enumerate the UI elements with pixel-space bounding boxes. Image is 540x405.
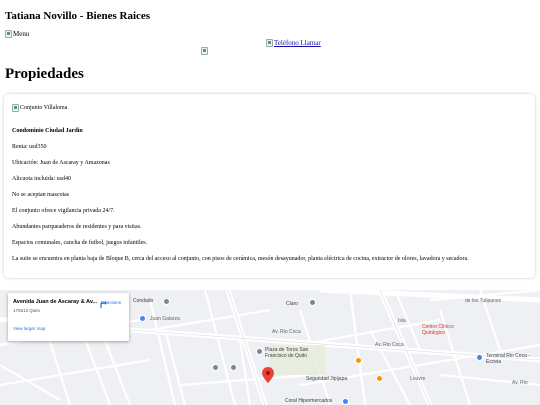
map-place-subtitle: 170513 Quito bbox=[13, 308, 41, 313]
map-label: Condado bbox=[133, 298, 154, 304]
site-title: Tatiana Novillo - Bienes Raices bbox=[5, 10, 151, 22]
map-label: Plaza de Toros San Francisco de Quito bbox=[265, 347, 309, 359]
map-label: Av. Rio Coca bbox=[272, 329, 301, 335]
poi-icon bbox=[256, 348, 263, 355]
map-label: Seguridad Jipijapa bbox=[306, 376, 348, 382]
poi-icon bbox=[230, 364, 237, 371]
property-rent: Renta: usd350 bbox=[12, 144, 47, 150]
map-label: Av. Rio bbox=[512, 380, 528, 386]
poi-icon bbox=[342, 398, 349, 405]
map-label: de los Tulipanes bbox=[465, 298, 502, 304]
property-photo: Conjunto Villaloma bbox=[12, 104, 67, 112]
property-fee: Alicuota incluida: usd40 bbox=[12, 176, 71, 182]
property-description: La suite se encuentra en planta baja de … bbox=[12, 256, 469, 262]
property-security: El conjunto ofrece vigilancia privada 24… bbox=[12, 208, 115, 214]
property-pets: No se aceptan mascotas bbox=[12, 192, 70, 198]
poi-icon bbox=[139, 315, 146, 322]
poi-icon bbox=[376, 375, 383, 382]
map-info-box: Avenida Juan de Ascaray & Av... 170513 Q… bbox=[8, 293, 129, 341]
property-amenities: Espacios comunales, cancha de futbol, ju… bbox=[12, 240, 148, 246]
map-place-title: Avenida Juan de Ascaray & Av... bbox=[13, 299, 98, 305]
map-label: Claro bbox=[286, 301, 298, 307]
property-location: Ubicación: Juan de Ascaray y Amazonas bbox=[12, 160, 110, 166]
broken-image-icon bbox=[5, 30, 12, 38]
map-label: Isla bbox=[398, 318, 406, 324]
property-card: Conjunto Villaloma Condominio Ciudad Jar… bbox=[4, 94, 535, 278]
property-name: Condominio Ciudad Jardin bbox=[12, 128, 83, 134]
phone-call-link[interactable]: Teléfono Llamar bbox=[266, 39, 321, 47]
property-photo-alt: Conjunto Villaloma bbox=[20, 105, 68, 111]
phone-call-link-text[interactable]: Teléfono Llamar bbox=[274, 39, 321, 47]
embedded-map[interactable]: Condado Claro Juan Galarza Av. Rio Coca … bbox=[0, 290, 540, 405]
poi-icon bbox=[355, 357, 362, 364]
broken-image-icon bbox=[201, 47, 208, 55]
menu-image-alt: Menu bbox=[13, 30, 30, 38]
map-label: Louvre bbox=[410, 376, 426, 382]
view-larger-map-link[interactable]: View larger map bbox=[13, 326, 45, 331]
poi-icon bbox=[212, 364, 219, 371]
property-parking: Abundantes parqueaderos de residentes y … bbox=[12, 224, 142, 230]
menu-button[interactable]: Menu bbox=[5, 30, 29, 38]
poi-icon bbox=[476, 354, 483, 361]
section-title: Propiedades bbox=[5, 66, 84, 82]
map-label: Juan Galarza bbox=[150, 316, 180, 322]
map-label: Av. Rio Coca bbox=[375, 342, 404, 348]
map-label: Coral Hipermercados bbox=[285, 398, 333, 404]
directions-icon bbox=[100, 301, 107, 308]
map-label: Terminal Rio Coca - Ecovia bbox=[486, 353, 530, 365]
directions-button[interactable]: Directions bbox=[99, 299, 123, 308]
broken-image-icon bbox=[12, 104, 19, 112]
poi-icon bbox=[309, 299, 316, 306]
poi-icon bbox=[163, 298, 170, 305]
map-label: Centro Clínico Quirúrgico bbox=[422, 324, 454, 336]
logo-image bbox=[201, 42, 208, 60]
broken-image-icon bbox=[266, 39, 273, 47]
